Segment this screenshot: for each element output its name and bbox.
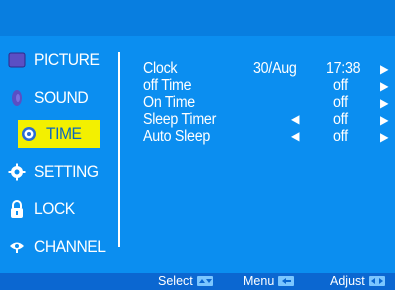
menu-key-icon — [278, 276, 295, 286]
menu-item-label: SOUND — [34, 88, 89, 107]
option-label: Clock — [143, 60, 178, 77]
option-value: off — [333, 77, 348, 94]
menu-item-time[interactable]: TIME — [18, 120, 100, 148]
menu-item-label: SETTING — [34, 162, 99, 181]
main-menu: PICTURE SOUND TIME SETTING LOCK CHANNEL — [0, 44, 120, 260]
sound-icon — [6, 87, 28, 109]
menu-item-picture[interactable]: PICTURE — [6, 46, 105, 74]
arrow-left-icon[interactable]: ◀ — [291, 112, 299, 126]
arrow-left-icon[interactable]: ◀ — [291, 129, 299, 143]
arrow-right-icon[interactable]: ▶ — [380, 130, 388, 144]
picture-icon — [6, 49, 28, 71]
option-auto-sleep[interactable]: Auto Sleep ◀ off ▶ — [143, 128, 393, 145]
menu-item-lock[interactable]: LOCK — [6, 195, 78, 223]
left-right-key-icon — [368, 276, 385, 286]
option-label: Auto Sleep — [143, 128, 211, 145]
menu-item-label: CHANNEL — [34, 237, 106, 256]
setting-icon — [6, 161, 28, 183]
adjust-hint: Adjust — [330, 274, 385, 288]
option-value: off — [333, 111, 348, 128]
adjust-hint-label: Adjust — [330, 274, 365, 288]
option-off-time[interactable]: off Time off ▶ — [143, 77, 393, 94]
clock-time: 17:38 — [326, 60, 361, 77]
menu-item-sound[interactable]: SOUND — [6, 84, 93, 112]
menu-item-setting[interactable]: SETTING — [6, 158, 104, 186]
option-value: off — [333, 94, 348, 111]
select-hint: Select — [158, 274, 213, 288]
menu-item-label: LOCK — [34, 199, 75, 218]
tv-osd-screen: PICTURE SOUND TIME SETTING LOCK CHANNEL … — [0, 0, 395, 290]
arrow-right-icon[interactable]: ▶ — [380, 113, 388, 127]
option-on-time[interactable]: On Time off ▶ — [143, 94, 393, 111]
time-options: Clock 30/Aug 17:38 ▶ off Time off ▶ On T… — [143, 60, 393, 145]
select-hint-label: Select — [158, 274, 193, 288]
option-label: off Time — [143, 77, 192, 94]
menu-hint: Menu — [243, 274, 295, 288]
footer-hints: Select Menu Adjust — [0, 273, 395, 290]
menu-item-label: TIME — [46, 124, 82, 143]
menu-item-label: PICTURE — [34, 50, 100, 69]
option-label: On Time — [143, 94, 195, 111]
lock-icon — [6, 198, 28, 220]
option-clock[interactable]: Clock 30/Aug 17:38 ▶ — [143, 60, 393, 77]
up-down-key-icon — [196, 276, 213, 286]
menu-hint-label: Menu — [243, 274, 275, 288]
option-value: off — [333, 128, 348, 145]
option-label: Sleep Timer — [143, 111, 217, 128]
top-banner — [0, 0, 395, 36]
menu-item-channel[interactable]: CHANNEL — [6, 233, 112, 261]
menu-divider — [118, 52, 120, 247]
arrow-right-icon[interactable]: ▶ — [380, 79, 388, 93]
arrow-right-icon[interactable]: ▶ — [380, 96, 388, 110]
arrow-right-icon[interactable]: ▶ — [380, 62, 388, 76]
time-icon — [18, 123, 40, 145]
clock-date: 30/Aug — [253, 60, 297, 77]
option-sleep-timer[interactable]: Sleep Timer ◀ off ▶ — [143, 111, 393, 128]
channel-icon — [6, 236, 28, 258]
